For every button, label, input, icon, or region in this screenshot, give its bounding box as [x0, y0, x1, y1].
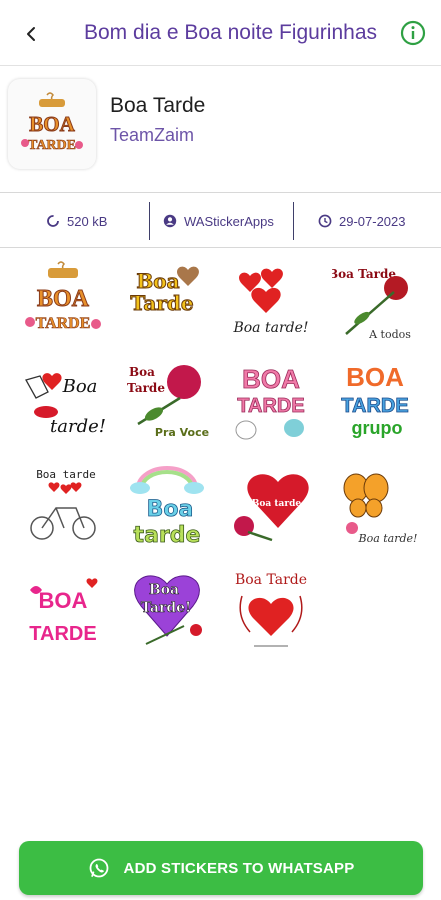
svg-text:Boa: Boa: [136, 269, 179, 293]
sticker-boa-tarde-purple-heart: Boa Tarde!: [134, 575, 202, 645]
svg-text:TARDE: TARDE: [36, 315, 91, 332]
svg-text:Boa: Boa: [149, 582, 179, 598]
whatsapp-icon: [89, 858, 108, 878]
pack-thumbnail-image: BOA TARDE: [21, 92, 83, 153]
date-info: 29-07-2023: [318, 194, 406, 248]
sticker-boa-tarde-bicycle: Boa tarde: [30, 468, 96, 540]
arrow-back-icon: [27, 27, 35, 41]
svg-text:grupo: grupo: [352, 418, 403, 438]
back-button[interactable]: [18, 20, 46, 48]
svg-text:Pra Voce: Pra Voce: [155, 426, 209, 439]
svg-text:Boa: Boa: [147, 497, 194, 522]
sticker-boa-tarde-pra-voce: Boa Tarde Pra Voce: [127, 365, 209, 439]
thumb-text-bottom: TARDE: [28, 138, 76, 153]
sticker-item[interactable]: Boa tarde: [20, 462, 106, 548]
svg-text:Boa tarde!: Boa tarde!: [358, 532, 418, 545]
app-bar: Bom dia e Boa noite Figurinhas: [0, 0, 441, 66]
svg-text:A todos: A todos: [368, 328, 411, 341]
svg-text:Tarde: Tarde: [127, 381, 165, 395]
sticker-item[interactable]: Boa tarde!: [332, 462, 418, 548]
pack-header: BOA TARDE Boa Tarde TeamZaim: [0, 67, 441, 193]
svg-text:BOA: BOA: [39, 588, 88, 613]
publisher-info[interactable]: WAStickerApps: [163, 194, 274, 248]
sticker-item[interactable]: Boa Tarde: [124, 258, 210, 344]
svg-text:Boa tarde!: Boa tarde!: [232, 320, 308, 336]
pack-name: Boa Tarde: [110, 94, 206, 117]
svg-text:BOA: BOA: [346, 362, 404, 392]
info-icon: [400, 20, 426, 46]
sticker-item[interactable]: Boa tarde!: [228, 258, 314, 344]
svg-text:tarde: tarde: [134, 523, 201, 548]
svg-text:Boa Tarde: Boa Tarde: [235, 572, 307, 588]
add-stickers-button[interactable]: ADD STICKERS TO WHATSAPP: [19, 841, 423, 895]
app-title: Bom dia e Boa noite Figurinhas: [84, 21, 378, 44]
svg-text:Boa: Boa: [62, 376, 98, 397]
date-value: 29-07-2023: [339, 213, 406, 229]
sticker-boa-tarde-kiss: Boa tarde!: [25, 373, 106, 437]
account-icon: [163, 214, 177, 228]
sticker-item[interactable]: BOA TARDE: [20, 566, 106, 652]
sticker-item[interactable]: Boa Tarde Pra Voce: [124, 358, 210, 444]
size-value: 520 kB: [67, 213, 108, 229]
size-info: 520 kB: [46, 194, 107, 248]
svg-text:BOA: BOA: [242, 364, 300, 394]
svg-text:Boa: Boa: [129, 365, 155, 379]
svg-text:Tarde: Tarde: [130, 291, 193, 315]
divider: [293, 202, 294, 240]
sticker-item[interactable]: BOA TARDE: [228, 358, 314, 444]
info-button[interactable]: [400, 20, 426, 46]
sticker-item[interactable]: Boa Tarde A todos: [332, 258, 418, 344]
sticker-boa-tarde-cup: BOA TARDE: [25, 261, 101, 332]
svg-text:TARDE: TARDE: [29, 623, 96, 645]
sticker-item[interactable]: Boa tarde: [124, 462, 210, 548]
sticker-boa-tarde-birds: BOA TARDE: [235, 364, 305, 440]
sticker-boa-tarde-butterfly: Boa tarde!: [343, 473, 418, 545]
pack-author: TeamZaim: [110, 125, 195, 145]
publisher-value: WAStickerApps: [184, 213, 274, 229]
sticker-hearts-boa-tarde: Boa tarde!: [232, 268, 309, 336]
clock-icon: [318, 214, 332, 228]
sticker-item[interactable]: Boa tarde.: [228, 462, 314, 548]
sticker-boa-tarde-rainbow: Boa tarde: [130, 466, 204, 548]
sticker-item[interactable]: Boa Tarde!: [124, 566, 210, 652]
svg-text:TARDE: TARDE: [341, 395, 408, 417]
svg-text:Tarde!: Tarde!: [141, 600, 191, 616]
sticker-item[interactable]: Boa Tarde: [228, 566, 314, 652]
sticker-boa-tarde-heart-frame: Boa Tarde: [235, 572, 307, 647]
sticker-item[interactable]: BOA TARDE: [20, 258, 106, 344]
sticker-item[interactable]: Boa tarde!: [20, 358, 106, 444]
sticker-boa-tarde-big-heart: Boa tarde.: [234, 474, 309, 542]
sticker-boa-tarde-heart: Boa Tarde: [130, 266, 199, 316]
pack-thumbnail: BOA TARDE: [8, 79, 96, 169]
sticker-boa-tarde-pink: BOA TARDE: [29, 578, 98, 645]
svg-text:Boa tarde.: Boa tarde.: [252, 499, 304, 509]
svg-text:Boa tarde: Boa tarde: [36, 468, 96, 481]
sticker-boa-tarde-grupo: BOA TARDE grupo: [341, 362, 409, 438]
pack-info-strip: 520 kB WAStickerApps 29-07-2023: [0, 194, 441, 248]
add-stickers-label: ADD STICKERS TO WHATSAPP: [123, 859, 355, 877]
storage-icon: [47, 215, 59, 227]
svg-text:TARDE: TARDE: [237, 395, 304, 417]
thumb-text-top: BOA: [29, 112, 75, 136]
svg-text:BOA: BOA: [37, 286, 90, 312]
svg-text:Boa Tarde: Boa Tarde: [332, 267, 396, 281]
divider: [149, 202, 150, 240]
svg-text:tarde!: tarde!: [50, 416, 106, 437]
sticker-boa-tarde-a-todos: Boa Tarde A todos: [332, 267, 411, 341]
sticker-item[interactable]: BOA TARDE grupo: [332, 358, 418, 444]
